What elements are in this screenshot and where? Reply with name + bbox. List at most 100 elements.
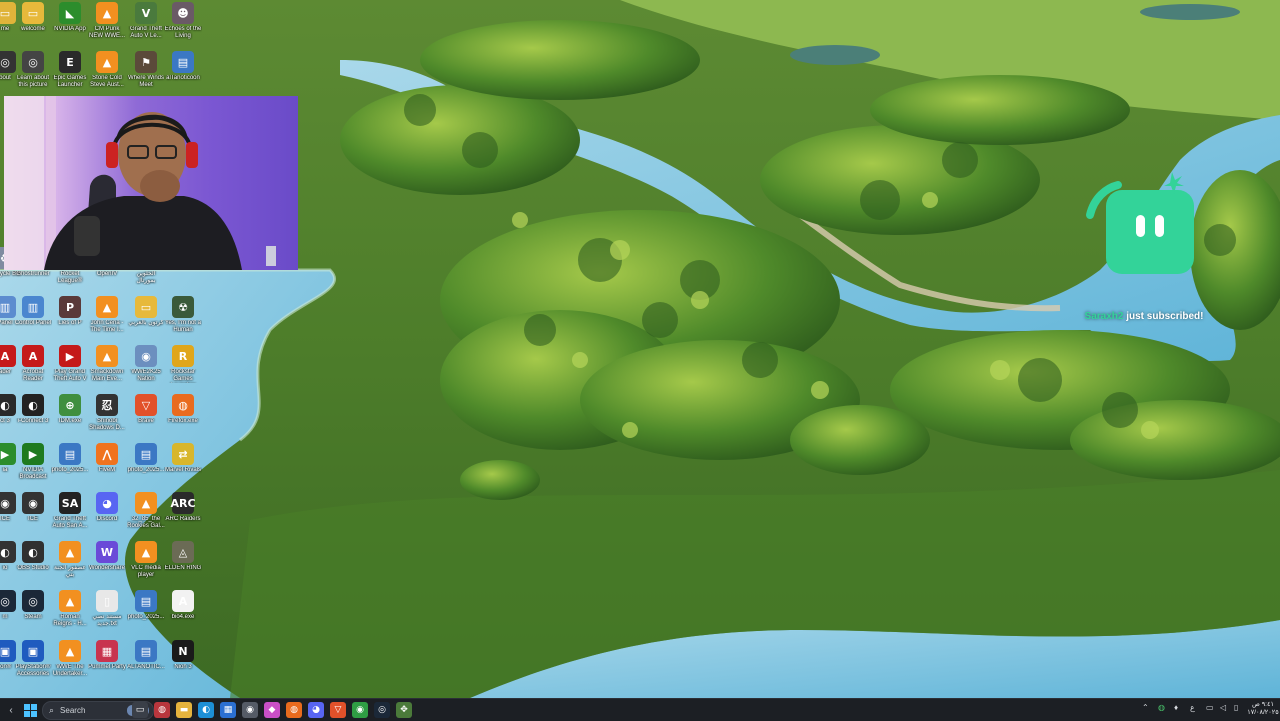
mic-icon[interactable]: ♦ bbox=[1174, 703, 1178, 712]
app-icon[interactable]: ◍ bbox=[154, 702, 170, 718]
app-icon[interactable]: ◆ bbox=[264, 702, 280, 718]
desktop-icon[interactable]: ⊕ IDM.exe bbox=[51, 394, 89, 425]
desktop-icon[interactable]: ◣ NVIDIA App bbox=[51, 2, 89, 33]
desktop-icon[interactable]: ▲ VLC media player bbox=[127, 541, 165, 579]
desktop-icon[interactable]: ▲ 32_85_the Rookies Gal... bbox=[127, 492, 165, 530]
alert-message: just subscribed! bbox=[1123, 311, 1204, 322]
steam-icon[interactable]: ◎ bbox=[374, 702, 390, 718]
desktop-icon[interactable]: ▲ CM Punk NEW WWE... bbox=[88, 2, 126, 40]
task-view-icon[interactable]: ▭ bbox=[132, 702, 148, 718]
network-icon[interactable]: ▭ bbox=[1206, 703, 1214, 712]
desktop-icon[interactable]: ◎ Steam bbox=[14, 590, 52, 621]
file-explorer-icon[interactable]: ▬ bbox=[176, 702, 192, 718]
windows-logo-icon bbox=[23, 703, 37, 717]
desktop-icon[interactable]: N Nioh 3 bbox=[164, 640, 202, 671]
game-icon: ⚑ bbox=[135, 51, 157, 73]
chrome-icon[interactable]: ◉ bbox=[352, 702, 368, 718]
desktop-icon[interactable]: ▤ photo_2025... bbox=[51, 443, 89, 474]
desktop-icon-label: Control Panel bbox=[14, 320, 52, 326]
desktop-icon[interactable]: ◎ Learn about this picture bbox=[14, 51, 52, 89]
start-button[interactable] bbox=[22, 702, 38, 718]
desktop-icon[interactable]: ◍ Firefox.exe bbox=[164, 394, 202, 425]
desktop-icon[interactable]: ◐ OBS Studio bbox=[14, 541, 52, 572]
desktop-icon[interactable]: 忍 Shinobi Shadows D... bbox=[88, 394, 126, 432]
desktop-icon-label: photo_2025... bbox=[127, 467, 165, 473]
firefox-icon[interactable]: ◍ bbox=[286, 702, 302, 718]
desktop-icon-label: Epic Games Launcher bbox=[53, 75, 87, 88]
desktop-icon-label: Ghostrunner bbox=[16, 271, 50, 277]
wondershare-icon: W bbox=[96, 541, 118, 563]
desktop-icon[interactable]: ▭ كرتون بالعربي bbox=[127, 296, 165, 327]
desktop-icon-label: Acrobat Reader bbox=[22, 369, 44, 382]
desktop-icon-label: Echoes of the Living bbox=[164, 26, 202, 39]
desktop-icon[interactable]: ▤ photo_2025... bbox=[127, 443, 165, 474]
desktop-icon[interactable]: ◉ WWE2K25 Nation bbox=[127, 345, 165, 383]
folder-icon: ▭ bbox=[22, 2, 44, 24]
desktop-icon-label: welcome bbox=[21, 26, 45, 32]
desktop-icon-label: الحلوين بمورتال bbox=[136, 271, 156, 284]
desktop-icon[interactable]: ▤ ALTANOTIC... bbox=[127, 640, 165, 671]
nvidia-broadcast-icon: ▶ bbox=[22, 443, 44, 465]
desktop-icon[interactable]: V Grand Theft Auto V Le... bbox=[127, 2, 165, 40]
desktop-icon[interactable]: ▲ John Cena - The Time I... bbox=[88, 296, 126, 334]
discord-icon[interactable]: ◕ bbox=[308, 702, 324, 718]
volume-icon[interactable]: ◁ bbox=[1220, 703, 1226, 712]
desktop-icon[interactable]: ☻ Echoes of the Living bbox=[164, 2, 202, 40]
desktop-icon[interactable]: Abio4.exe bbox=[164, 590, 202, 621]
desktop-icon[interactable]: ▥ Control Panel bbox=[14, 296, 52, 327]
chevron-left-icon[interactable]: ‹ bbox=[6, 702, 16, 718]
desktop-icon[interactable]: P Lies of P bbox=[51, 296, 89, 327]
arc-raiders-icon: ARC bbox=[170, 492, 196, 514]
desktop-icon[interactable]: ▶ NVIDIA Broadcast bbox=[14, 443, 52, 481]
desktop-icon[interactable]: ◐ i-Connect 3 bbox=[14, 394, 52, 425]
shield-icon[interactable]: ◍ bbox=[1158, 703, 1165, 712]
store-icon[interactable]: ▦ bbox=[220, 702, 236, 718]
desktop-icon[interactable]: SA Grand Theft Auto San A... bbox=[51, 492, 89, 530]
desktop-icon-label: Yes, I'm not a Human bbox=[165, 320, 201, 333]
language-indicator[interactable]: ع bbox=[1190, 703, 1195, 712]
camera-icon[interactable]: ◉ bbox=[242, 702, 258, 718]
desktop-icon[interactable]: ⋀ FiveM bbox=[88, 443, 126, 474]
desktop-icon[interactable]: ▯ مستند نصي جديد.txt bbox=[88, 590, 126, 628]
desktop-icon[interactable]: ▲ عصفور الجنة بتي bbox=[51, 541, 89, 579]
desktop-icon[interactable]: A Acrobat Reader bbox=[14, 345, 52, 383]
desktop-icon[interactable]: ▲ WWE The Undertaker... bbox=[51, 640, 89, 678]
desktop-icon-label: Lies of P bbox=[58, 320, 82, 326]
game-icon: ☻ bbox=[172, 2, 194, 24]
gta-sa-icon: SA bbox=[59, 492, 81, 514]
desktop-icon[interactable]: ▽ Brave bbox=[127, 394, 165, 425]
desktop-icon[interactable]: ▲ Roman Reigns - H... bbox=[51, 590, 89, 628]
desktop-icon[interactable]: ⇄ Marvel Rivals bbox=[164, 443, 202, 474]
desktop-icon[interactable]: ⚑ Where Winds Meet bbox=[127, 51, 165, 89]
desktop-icon[interactable]: ▲ Stone Cold Steve Aust... bbox=[88, 51, 126, 89]
desktop-icon[interactable]: ◉ ICE bbox=[14, 492, 52, 523]
chevron-up-icon[interactable]: ⌃ bbox=[1142, 703, 1149, 712]
taskbar: ‹ ⌕ Search ▭ ◍ ▬ ◐ ▦ ◉ ◆ ◍ ◕ ▽ ◉ ◎ ✥ ⌃ ◍ ♦ ع ▭ ◁ ▯ ٩… bbox=[0, 698, 1280, 721]
desktop-icon[interactable]: ▣ PlayStation® Accessories bbox=[14, 640, 52, 678]
desktop-icon[interactable]: E Epic Games Launcher bbox=[51, 51, 89, 89]
desktop-icon[interactable]: W Wondershare bbox=[88, 541, 126, 572]
desktop-icon[interactable]: R Rockstar Games Launcher bbox=[164, 345, 202, 383]
desktop-icon-label: Rockstar Games Launcher bbox=[171, 369, 195, 382]
battery-icon[interactable]: ▯ bbox=[1234, 703, 1238, 712]
desktop-icon[interactable]: ☢ Yes, I'm not a Human bbox=[164, 296, 202, 334]
desktop-icon-label: Brave bbox=[138, 418, 154, 424]
desktop-icon-label: 32_85_the Rookies Gal... bbox=[127, 516, 165, 529]
app-icon[interactable]: ✥ bbox=[396, 702, 412, 718]
desktop-icon-label: Rocket League® bbox=[57, 271, 83, 284]
desktop-icon[interactable]: ▤ photo_2025... bbox=[127, 590, 165, 621]
desktop-icon[interactable]: ◬ ELDEN RING bbox=[164, 541, 202, 572]
desktop-icon-label: alTanoticoon bbox=[166, 75, 200, 81]
playstation-icon: ▣ bbox=[22, 640, 44, 662]
desktop-icon[interactable]: ▦ Pummel Party bbox=[88, 640, 126, 671]
brave-icon[interactable]: ▽ bbox=[330, 702, 346, 718]
desktop-icon[interactable]: ▶ Play Grand Theft Auto V bbox=[51, 345, 89, 383]
taskbar-clock[interactable]: ٩:٤١ ص ١٧/٠٨/٢٠٢٥ bbox=[1246, 701, 1280, 717]
desktop-icon[interactable]: ▲ Smackdown Main Eve... bbox=[88, 345, 126, 383]
edge-icon[interactable]: ◐ bbox=[198, 702, 214, 718]
desktop-icon[interactable]: ▤ alTanoticoon bbox=[164, 51, 202, 82]
desktop-icon-label: Play Grand Theft Auto V bbox=[53, 369, 87, 382]
desktop-icon[interactable]: ARC ARC Raiders bbox=[164, 492, 202, 523]
desktop-icon[interactable]: ▭ welcome bbox=[14, 2, 52, 33]
desktop-icon[interactable]: ◕ Discord bbox=[88, 492, 126, 523]
